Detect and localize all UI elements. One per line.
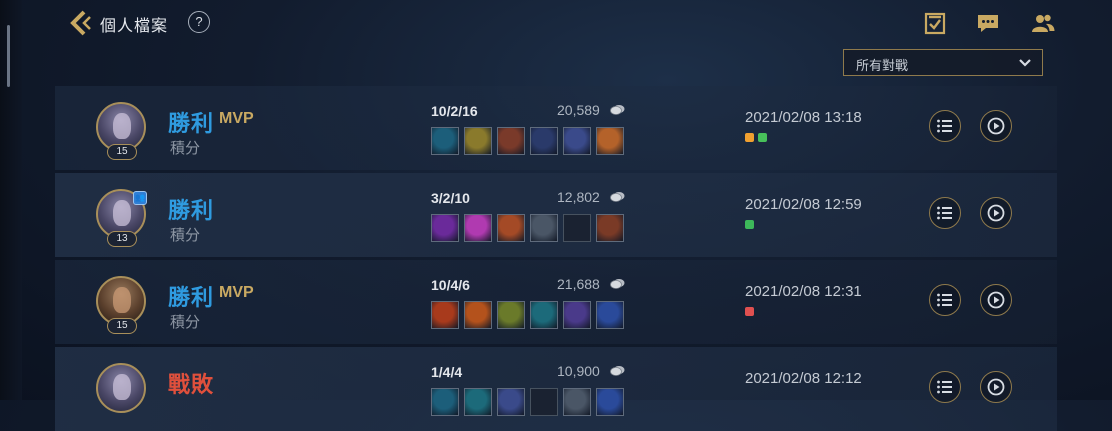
item-icon bbox=[464, 301, 492, 329]
replay-button[interactable] bbox=[980, 371, 1012, 403]
item-icon bbox=[596, 388, 624, 416]
item-icon bbox=[464, 388, 492, 416]
match-time: 2021/02/08 12:31 bbox=[745, 283, 862, 300]
match-detail-button[interactable] bbox=[929, 110, 961, 142]
item-icon bbox=[563, 388, 591, 416]
match-time: 2021/02/08 12:59 bbox=[745, 196, 862, 213]
item-icon bbox=[431, 301, 459, 329]
item-icon bbox=[596, 214, 624, 242]
chat-icon[interactable] bbox=[976, 11, 1000, 35]
replay-icon bbox=[987, 117, 1005, 135]
list-icon bbox=[937, 293, 952, 307]
match-row[interactable]: 戰敗 1/4/4 10,900 2021/02/08 12:12 bbox=[55, 347, 1057, 431]
match-result: 勝利 bbox=[168, 198, 215, 223]
gold-value: 12,802 bbox=[557, 189, 600, 205]
list-icon bbox=[937, 206, 952, 220]
help-button[interactable]: ? bbox=[188, 11, 210, 33]
page-header: 個人檔案 ? 所有對戰 bbox=[0, 0, 1112, 90]
friends-icon[interactable] bbox=[1031, 11, 1055, 35]
hero-level-badge: 13 bbox=[107, 231, 137, 247]
match-row[interactable]: 👥 13 勝利 積分 3/2/10 12,802 2021/02/08 12:5… bbox=[55, 173, 1057, 257]
coin-icon bbox=[610, 366, 625, 376]
match-row[interactable]: 15 勝利 MVP 積分 10/2/16 20,589 2021/02/08 1… bbox=[55, 86, 1057, 170]
kda-value: 3/2/10 bbox=[431, 190, 470, 206]
item-icon bbox=[497, 214, 525, 242]
item-icon bbox=[530, 127, 558, 155]
replay-button[interactable] bbox=[980, 110, 1012, 142]
item-icon bbox=[563, 127, 591, 155]
gold-value: 10,900 bbox=[557, 363, 600, 379]
match-detail-button[interactable] bbox=[929, 371, 961, 403]
achievement-icon bbox=[758, 133, 767, 142]
list-icon bbox=[937, 380, 952, 394]
match-result: 戰敗 bbox=[168, 372, 215, 397]
match-row[interactable]: 15 勝利 MVP 積分 10/4/6 21,688 2021/02/08 12… bbox=[55, 260, 1057, 344]
achievement-icon bbox=[745, 133, 754, 142]
party-icon: 👥 bbox=[133, 191, 147, 205]
match-filter-dropdown[interactable]: 所有對戰 bbox=[843, 49, 1043, 76]
coin-icon bbox=[610, 105, 625, 115]
match-result: 勝利 bbox=[168, 285, 215, 310]
coin-icon bbox=[610, 279, 625, 289]
tasks-icon[interactable] bbox=[923, 11, 947, 35]
page-title: 個人檔案 bbox=[100, 18, 169, 35]
hero-avatar bbox=[96, 363, 146, 413]
match-mode-label: 積分 bbox=[170, 140, 201, 157]
empty-item-slot bbox=[530, 388, 558, 416]
item-icon bbox=[464, 214, 492, 242]
item-icon bbox=[464, 127, 492, 155]
item-icon bbox=[497, 388, 525, 416]
replay-icon bbox=[987, 204, 1005, 222]
gold-value: 21,688 bbox=[557, 276, 600, 292]
hero-level-badge: 15 bbox=[107, 144, 137, 160]
match-detail-button[interactable] bbox=[929, 284, 961, 316]
item-icon bbox=[431, 127, 459, 155]
empty-item-slot bbox=[563, 214, 591, 242]
replay-icon bbox=[987, 378, 1005, 396]
item-icon bbox=[431, 214, 459, 242]
gold-value: 20,589 bbox=[557, 102, 600, 118]
match-mode-label: 積分 bbox=[170, 314, 201, 331]
back-arrow-icon[interactable] bbox=[66, 9, 96, 37]
item-icon bbox=[530, 301, 558, 329]
filter-selected-value: 所有對戰 bbox=[856, 58, 909, 73]
item-icon bbox=[530, 214, 558, 242]
replay-button[interactable] bbox=[980, 284, 1012, 316]
match-time: 2021/02/08 13:18 bbox=[745, 109, 862, 126]
mvp-badge: MVP bbox=[219, 284, 254, 301]
kda-value: 10/2/16 bbox=[431, 103, 478, 119]
item-icon bbox=[431, 388, 459, 416]
match-detail-button[interactable] bbox=[929, 197, 961, 229]
item-icon bbox=[563, 301, 591, 329]
match-time: 2021/02/08 12:12 bbox=[745, 370, 862, 387]
match-result: 勝利 bbox=[168, 111, 215, 136]
coin-icon bbox=[610, 192, 625, 202]
achievement-icon bbox=[745, 307, 754, 316]
kda-value: 1/4/4 bbox=[431, 364, 463, 380]
hero-level-badge: 15 bbox=[107, 318, 137, 334]
match-mode-label: 積分 bbox=[170, 227, 201, 244]
achievement-icon bbox=[745, 220, 754, 229]
replay-button[interactable] bbox=[980, 197, 1012, 229]
replay-icon bbox=[987, 291, 1005, 309]
mvp-badge: MVP bbox=[219, 110, 254, 127]
item-icon bbox=[596, 127, 624, 155]
chevron-down-icon bbox=[1019, 59, 1031, 67]
item-icon bbox=[497, 301, 525, 329]
item-icon bbox=[596, 301, 624, 329]
kda-value: 10/4/6 bbox=[431, 277, 470, 293]
list-icon bbox=[937, 119, 952, 133]
item-icon bbox=[497, 127, 525, 155]
